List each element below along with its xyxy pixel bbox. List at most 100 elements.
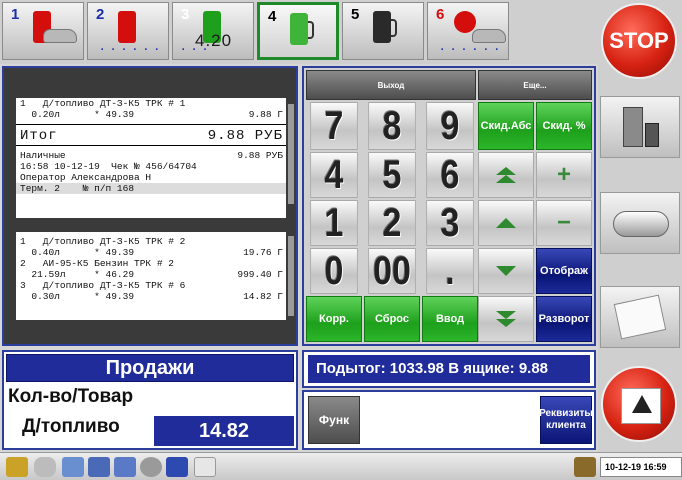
right-panel: STOP <box>598 0 682 452</box>
canister-icon <box>645 123 659 147</box>
receipt-qty: 0.20л * 49.39 <box>20 109 135 120</box>
page-down-button[interactable] <box>478 296 534 342</box>
receipt-line: 0.20л * 49.39 9.88 Г <box>16 109 286 120</box>
reset-button[interactable]: Сброс <box>364 296 420 342</box>
page-up-button[interactable] <box>478 152 534 198</box>
plus-button[interactable]: + <box>536 152 592 198</box>
fuel-pump-icon[interactable] <box>6 457 28 477</box>
stop-button[interactable]: STOP <box>601 3 677 79</box>
phone-icon[interactable] <box>166 457 188 477</box>
digit-7-button[interactable]: 7 <box>310 102 358 150</box>
chevron-down-icon <box>496 266 516 276</box>
receipt-line: Наличные 9.88 РУБ <box>16 150 286 161</box>
receipt-item[interactable]: 2 АИ-95-К5 Бензин ТРК # 2 <box>16 258 286 269</box>
hose-icon <box>391 19 397 37</box>
function-button[interactable]: Функ <box>308 396 360 444</box>
spread-button[interactable]: Разворот <box>536 296 592 342</box>
documents-button[interactable] <box>600 286 680 348</box>
fuel-pump-icon <box>623 107 643 147</box>
pump-status-dots: . . . . . . <box>100 37 160 54</box>
chevron-up-icon <box>496 218 516 228</box>
digit-2-button[interactable]: 2 <box>368 200 416 246</box>
function-panel: Функ Реквизиты клиента <box>302 390 596 450</box>
payment-amount: 9.88 РУБ <box>237 150 283 161</box>
pump-number: 5 <box>351 6 360 23</box>
pump-status-dots: . . . <box>181 37 209 54</box>
product-price: 14.82 <box>154 416 294 446</box>
line-up-button[interactable] <box>478 200 534 246</box>
receipt-line: 0.30л * 49.39 14.82 Г <box>16 291 286 302</box>
receipt-qty: 21.59л * 46.29 <box>20 269 135 280</box>
pump-4-button[interactable]: 4 <box>257 2 339 60</box>
card-icon[interactable] <box>62 457 84 477</box>
line-down-button[interactable] <box>478 248 534 294</box>
fuel-pump-icon <box>373 11 391 43</box>
company-logo-button[interactable] <box>601 366 677 442</box>
product-name: Д/топливо <box>22 416 120 437</box>
digit-8-button[interactable]: 8 <box>368 102 416 150</box>
taskbar: 10-12-19 16:59 <box>0 452 682 480</box>
payment-terminal-icon[interactable] <box>114 457 136 477</box>
fuel-station-button[interactable] <box>600 96 680 158</box>
receipt-item[interactable]: 1 Д/топливо ДТ-З-К5 ТРК # 2 <box>16 236 286 247</box>
scrollbar[interactable] <box>288 104 294 204</box>
pump-bar: 1 2 . . . . . . 3 4.20 . . . 4 5 6 . . .… <box>0 0 598 64</box>
total-label: Итог <box>20 128 58 144</box>
pump-6-button[interactable]: 6 . . . . . . <box>427 2 509 60</box>
car-icon <box>472 29 506 43</box>
receipt-line: Терм. 2 № п/п 168 <box>16 183 286 194</box>
clock: 10-12-19 16:59 <box>600 457 682 477</box>
pump-number: 6 <box>436 6 445 23</box>
total-value: 9.88 РУБ <box>207 128 283 144</box>
sales-panel: Продажи Кол-во/Товар Д/топливо 14.82 <box>2 350 298 450</box>
more-button[interactable]: Еще... <box>478 70 592 100</box>
qty-product-label: Кол-во/Товар <box>8 386 134 407</box>
digit-9-button[interactable]: 9 <box>426 102 474 150</box>
card-reader-icon[interactable] <box>88 457 110 477</box>
pump-number: 4 <box>268 8 277 25</box>
discount-abs-button[interactable]: Скид.Абс <box>478 102 534 150</box>
logo-icon <box>621 388 661 424</box>
receipt-line: 1 Д/топливо ДТ-З-К5 ТРК # 1 <box>20 98 186 109</box>
pump-number: 1 <box>11 6 20 23</box>
receipt-qty: 0.30л * 49.39 <box>20 291 135 302</box>
pump-5-button[interactable]: 5 <box>342 2 424 60</box>
receipt-item[interactable]: 3 Д/топливо ДТ-З-К5 ТРК # 6 <box>16 280 286 291</box>
tank-icon[interactable] <box>34 457 56 477</box>
scrollbar[interactable] <box>288 236 294 316</box>
cd-icon[interactable] <box>140 457 162 477</box>
digit-4-button[interactable]: 4 <box>310 152 358 198</box>
car-icon <box>43 29 77 43</box>
digit-3-button[interactable]: 3 <box>426 200 474 246</box>
correction-button[interactable]: Корр. <box>306 296 362 342</box>
stop-sign-icon <box>454 11 476 33</box>
client-requisites-button[interactable]: Реквизиты клиента <box>539 396 593 444</box>
receipt-total: Итог 9.88 РУБ <box>16 124 286 146</box>
exit-button[interactable]: Выход <box>306 70 476 100</box>
pump-3-button[interactable]: 3 4.20 . . . <box>172 2 254 60</box>
digit-5-button[interactable]: 5 <box>368 152 416 198</box>
current-receipt: 1 Д/топливо ДТ-З-К5 ТРК # 1 0.20л * 49.3… <box>16 98 286 218</box>
tank-icon <box>613 211 669 237</box>
digit-6-button[interactable]: 6 <box>426 152 474 198</box>
fuel-station-icon[interactable] <box>574 457 596 477</box>
enter-button[interactable]: Ввод <box>422 296 478 342</box>
decimal-point-button[interactable]: . <box>426 248 474 294</box>
discount-percent-button[interactable]: Скид. % <box>536 102 592 150</box>
receipt-amount: 999.40 Г <box>237 269 283 280</box>
minus-button[interactable]: − <box>536 200 592 246</box>
pump-2-button[interactable]: 2 . . . . . . <box>87 2 169 60</box>
receipt-icon[interactable] <box>194 457 216 477</box>
receipt-line: 16:58 10-12-19 Чек № 456/64704 <box>20 161 197 172</box>
receipt-line: 21.59л * 46.29 999.40 Г <box>16 269 286 280</box>
receipt-amount: 9.88 Г <box>248 109 283 120</box>
receipt-amount: 19.76 Г <box>243 247 283 258</box>
digit-0-button[interactable]: 0 <box>310 248 358 294</box>
payment-type: Наличные <box>20 150 66 161</box>
tank-button[interactable] <box>600 192 680 254</box>
digit-1-button[interactable]: 1 <box>310 200 358 246</box>
display-button[interactable]: Отображ <box>536 248 592 294</box>
digit-00-button[interactable]: 00 <box>368 248 416 294</box>
pump-number: 2 <box>96 6 105 23</box>
pump-1-button[interactable]: 1 <box>2 2 84 60</box>
